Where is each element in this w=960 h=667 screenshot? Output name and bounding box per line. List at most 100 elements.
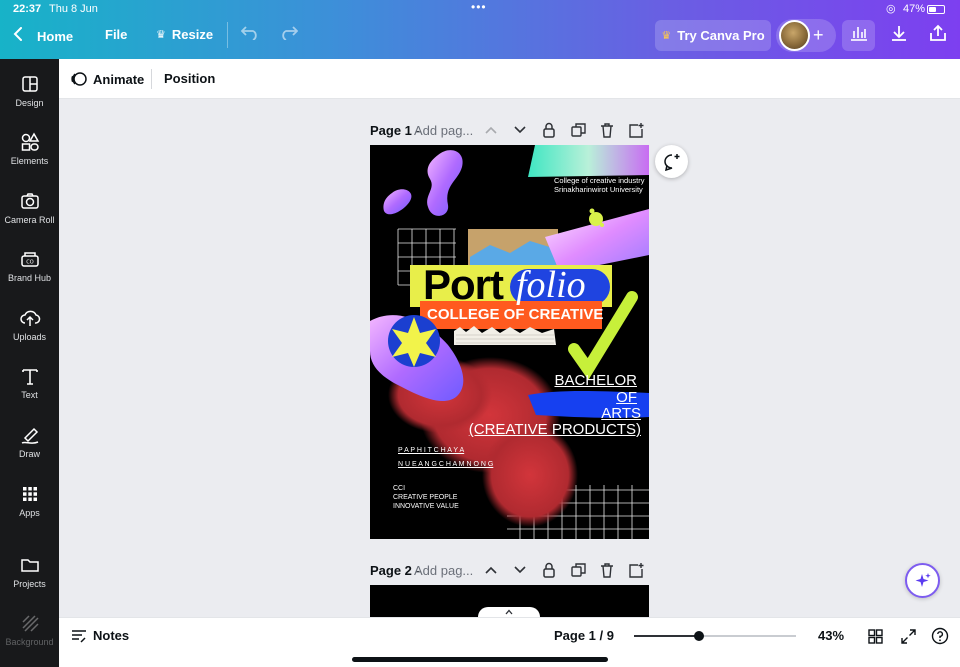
chevron-down-icon[interactable]	[511, 561, 529, 579]
chevron-up-icon[interactable]	[482, 121, 500, 139]
duplicate-icon[interactable]	[569, 561, 587, 579]
add-page-icon[interactable]	[627, 561, 645, 579]
status-time: 22:37	[13, 3, 42, 15]
notes-icon	[72, 629, 86, 643]
resize-label: Resize	[171, 27, 214, 42]
sparkle-icon	[915, 572, 931, 587]
page-title-input[interactable]: Add pag...	[414, 123, 473, 138]
college-line-1: College of creative industry	[554, 176, 645, 185]
folder-icon	[20, 559, 39, 572]
sidebar-item-apps[interactable]: Apps	[0, 483, 59, 518]
background-icon	[21, 615, 39, 632]
sidebar-label: Projects	[13, 579, 46, 589]
sidebar-label: Camera Roll	[4, 215, 55, 225]
avatar[interactable]	[779, 20, 810, 51]
sidebar-item-camera-roll[interactable]: Camera Roll	[0, 190, 59, 225]
insights-button[interactable]	[842, 20, 875, 51]
context-toolbar: Animate Position	[59, 59, 960, 99]
sidebar-item-background[interactable]: Background	[0, 612, 59, 647]
animate-label: Animate	[93, 71, 145, 87]
sidebar-label: Text	[21, 390, 38, 400]
redo-icon[interactable]	[280, 24, 299, 45]
lock-icon[interactable]	[540, 561, 558, 579]
sidebar-label: Apps	[19, 508, 40, 518]
animate-button[interactable]: Animate	[71, 71, 144, 87]
zoom-level[interactable]: 43%	[818, 628, 844, 643]
resize-button[interactable]: ♛ Resize	[156, 27, 213, 42]
try-canva-pro-button[interactable]: ♛ Try Canva Pro	[655, 20, 771, 51]
trash-icon[interactable]	[598, 561, 616, 579]
notes-button[interactable]: Notes	[71, 628, 129, 643]
trash-icon[interactable]	[598, 121, 616, 139]
grid-view-icon[interactable]	[865, 626, 885, 646]
sidebar-item-design[interactable]: Design	[0, 73, 59, 108]
animate-icon	[71, 72, 87, 86]
design-icon	[21, 76, 38, 92]
chevron-down-icon[interactable]	[511, 121, 529, 139]
comment-add-icon	[663, 153, 679, 171]
camera-icon	[20, 193, 39, 209]
cci-line-3: INNOVATIVE VALUE	[393, 503, 459, 510]
page-title-input[interactable]: Add pag...	[414, 563, 473, 578]
share-button[interactable]	[921, 20, 954, 51]
sidebar-item-brand-hub[interactable]: CO Brand Hub	[0, 248, 59, 283]
top-bar: 22:37 Thu 8 Jun ••• ◎ 47% Home File ♛ Re…	[0, 0, 960, 59]
magic-assistant-button[interactable]	[905, 563, 940, 598]
brand-hub-icon: CO	[20, 252, 39, 267]
file-menu-button[interactable]: File	[105, 27, 127, 42]
add-comment-button[interactable]	[655, 145, 688, 178]
fullscreen-icon[interactable]	[898, 626, 918, 646]
undo-icon[interactable]	[240, 24, 259, 45]
battery-percent: 47%	[903, 3, 926, 15]
position-button[interactable]: Position	[164, 71, 215, 86]
try-pro-label: Try Canva Pro	[677, 28, 765, 43]
add-page-icon[interactable]	[627, 121, 645, 139]
bar-chart-icon	[850, 25, 868, 46]
home-button[interactable]: Home	[13, 27, 73, 46]
college-line-2: Srinakharinwirot University	[554, 185, 643, 194]
status-bar: 22:37 Thu 8 Jun ••• ◎ 47%	[0, 0, 960, 18]
page-indicator[interactable]: Page 1 / 9	[554, 628, 614, 643]
sidebar-label: Elements	[10, 156, 49, 166]
add-person-icon[interactable]: +	[813, 25, 824, 46]
draw-icon	[21, 427, 38, 444]
page-1-header: Page 1 - Add pag...	[370, 119, 650, 143]
page-name: Page 1 -	[370, 123, 420, 138]
duplicate-icon[interactable]	[569, 121, 587, 139]
sidebar-item-draw[interactable]: Draw	[0, 424, 59, 459]
student-name-1: P A P H I T C H A Y A	[398, 447, 465, 454]
elements-icon	[21, 132, 39, 151]
sidebar-item-projects[interactable]: Projects	[0, 554, 59, 589]
crown-icon: ♛	[156, 29, 166, 41]
sidebar-item-uploads[interactable]: Uploads	[0, 307, 59, 342]
file-label: File	[105, 27, 128, 42]
zoom-slider-knob[interactable]	[694, 631, 704, 641]
status-date: Thu 8 Jun	[49, 3, 98, 15]
toolbar-divider	[227, 22, 228, 48]
zoom-slider-fill	[634, 635, 699, 637]
download-button[interactable]	[882, 20, 915, 51]
sidebar-label: Background	[5, 637, 54, 647]
help-icon[interactable]	[930, 626, 950, 646]
zoom-slider[interactable]	[634, 631, 796, 641]
sidebar-item-elements[interactable]: Elements	[0, 131, 59, 166]
upload-icon	[19, 310, 40, 326]
sidebar-label: Brand Hub	[7, 273, 52, 283]
page-name: Page 2 -	[370, 563, 420, 578]
banner-college-of-creative: COLLEGE OF CREATIVE	[427, 306, 604, 323]
multitask-dots-icon[interactable]: •••	[471, 0, 487, 14]
toolbar-divider	[151, 69, 152, 89]
notes-label: Notes	[93, 628, 130, 643]
left-sidebar: Design Elements Camera Roll CO Brand Hub…	[0, 59, 59, 667]
svg-text:CO: CO	[26, 260, 33, 266]
page-1-canvas[interactable]: College of creative industry Srinakharin…	[370, 145, 649, 539]
chevron-up-icon[interactable]	[482, 561, 500, 579]
title-port: Port	[423, 261, 504, 308]
cci-line-2: CREATIVE PEOPLE	[393, 494, 458, 501]
cci-line-1: CCI	[393, 485, 406, 492]
sidebar-item-text[interactable]: Text	[0, 365, 59, 400]
apps-icon	[22, 487, 37, 501]
text-icon	[21, 369, 38, 385]
download-icon	[890, 24, 908, 47]
lock-icon[interactable]	[540, 121, 558, 139]
